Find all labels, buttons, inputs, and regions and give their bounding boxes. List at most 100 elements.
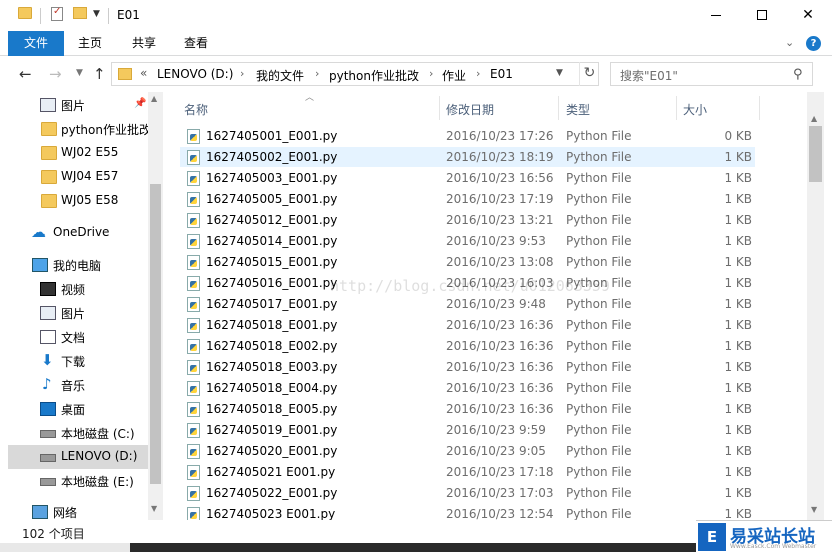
- sidebar-item-desktop[interactable]: 桌面: [8, 397, 148, 421]
- sidebar-item-pictures-quick[interactable]: 图片 📌: [8, 93, 148, 117]
- scroll-up-icon[interactable]: ▲: [811, 114, 817, 123]
- breadcrumb-homework[interactable]: 作业: [442, 67, 466, 84]
- folder-icon: [41, 122, 57, 136]
- maximize-button[interactable]: [739, 0, 785, 30]
- tab-file[interactable]: 文件: [8, 31, 64, 56]
- chevron-right-icon[interactable]: ›: [315, 67, 319, 80]
- python-file-icon: [187, 444, 200, 459]
- properties-icon[interactable]: [51, 6, 63, 21]
- file-date: 2016/10/23 13:21: [446, 213, 554, 227]
- file-row[interactable]: 1627405015_E001.py 2016/10/23 13:08 Python…: [180, 252, 755, 272]
- address-bar[interactable]: « LENOVO (D:) › 我的文件 › python作业批改 › 作业 ›…: [111, 62, 599, 86]
- file-list-scrollbar[interactable]: ▲ ▼: [807, 92, 824, 520]
- file-row[interactable]: 1627405018_E004.py 2016/10/23 16:36 Python…: [180, 378, 755, 398]
- sidebar-item-music[interactable]: ♪ 音乐: [8, 373, 148, 397]
- breadcrumb-e01[interactable]: E01: [490, 67, 513, 81]
- sidebar-item-documents[interactable]: 文档: [8, 325, 148, 349]
- title-bar: ▼ E01 ✕: [0, 0, 832, 31]
- forward-arrow-icon[interactable]: →: [49, 65, 62, 83]
- tab-share[interactable]: 共享: [118, 31, 170, 56]
- pin-icon[interactable]: 📌: [134, 98, 146, 109]
- file-row[interactable]: 1627405001_E001.py 2016/10/23 17:26 Python…: [180, 126, 755, 146]
- refresh-icon[interactable]: ↻: [579, 62, 599, 86]
- sidebar-item-onedrive[interactable]: ☁ OneDrive: [8, 221, 148, 245]
- new-folder-icon[interactable]: [73, 7, 87, 19]
- sidebar-item-wj05[interactable]: WJ05 E58: [8, 189, 148, 213]
- file-row[interactable]: 1627405022_E001.py 2016/10/23 17:03 Python…: [180, 483, 755, 503]
- file-row[interactable]: 1627405019_E001.py 2016/10/23 9:59 Python …: [180, 420, 755, 440]
- scroll-down-icon[interactable]: ▼: [151, 504, 157, 513]
- download-icon: ⬇: [41, 351, 54, 369]
- breadcrumb-python[interactable]: python作业批改: [329, 67, 419, 84]
- file-row[interactable]: 1627405005_E001.py 2016/10/23 17:19 Python…: [180, 189, 755, 209]
- file-date: 2016/10/23 17:03: [446, 486, 554, 500]
- file-name: 1627405022_E001.py: [206, 486, 338, 500]
- sidebar-item-pictures[interactable]: 图片: [8, 301, 148, 325]
- file-row[interactable]: 1627405020_E001.py 2016/10/23 9:05 Python …: [180, 441, 755, 461]
- sidebar-item-drive-d[interactable]: LENOVO (D:): [8, 445, 148, 469]
- file-row[interactable]: 1627405018_E005.py 2016/10/23 16:36 Python…: [180, 399, 755, 419]
- chevron-down-icon[interactable]: ⌄: [785, 36, 794, 49]
- tab-home[interactable]: 主页: [64, 31, 116, 56]
- breadcrumb-drive[interactable]: LENOVO (D:): [157, 67, 233, 81]
- chevron-right-icon[interactable]: ›: [240, 67, 244, 80]
- python-file-icon: [187, 381, 200, 396]
- scroll-up-icon[interactable]: ▲: [151, 94, 157, 103]
- file-row[interactable]: 1627405014_E001.py 2016/10/23 9:53 Python …: [180, 231, 755, 251]
- file-date: 2016/10/23 13:08: [446, 255, 554, 269]
- python-file-icon: [187, 192, 200, 207]
- video-icon: [40, 282, 56, 296]
- file-row[interactable]: 1627405018_E001.py 2016/10/23 16:36 Python…: [180, 315, 755, 335]
- sidebar-item-wj04[interactable]: WJ04 E57: [8, 165, 148, 189]
- quick-access-dropdown-icon[interactable]: ▼: [93, 9, 100, 19]
- file-row[interactable]: 1627405003_E001.py 2016/10/23 16:56 Python…: [180, 168, 755, 188]
- scrollbar-thumb[interactable]: [809, 126, 822, 182]
- python-file-icon: [187, 360, 200, 375]
- file-date: 2016/10/23 9:59: [446, 423, 546, 437]
- close-button[interactable]: ✕: [785, 0, 831, 30]
- recent-locations-dropdown-icon[interactable]: ▼: [76, 68, 83, 78]
- file-name: 1627405018_E005.py: [206, 402, 338, 416]
- scroll-down-icon[interactable]: ▼: [811, 505, 817, 514]
- column-header-name[interactable]: 名称: [175, 96, 440, 120]
- file-type: Python File: [566, 339, 632, 353]
- sidebar-item-python[interactable]: python作业批改: [8, 117, 151, 141]
- column-header-size[interactable]: 大小: [674, 96, 760, 120]
- up-arrow-icon[interactable]: ↑: [93, 65, 106, 83]
- taskbar-light-area: [0, 543, 130, 552]
- sidebar-item-wj02[interactable]: WJ02 E55: [8, 141, 148, 165]
- file-date: 2016/10/23 12:54: [446, 507, 554, 521]
- breadcrumb-overflow[interactable]: «: [140, 66, 147, 80]
- sidebar-item-this-pc[interactable]: 我的电脑: [8, 253, 148, 277]
- file-name: 1627405019_E001.py: [206, 423, 338, 437]
- search-input[interactable]: 搜索"E01" ⚲: [610, 62, 813, 86]
- chevron-right-icon[interactable]: ›: [429, 67, 433, 80]
- file-type: Python File: [566, 381, 632, 395]
- scrollbar-thumb[interactable]: [150, 184, 161, 484]
- sidebar-item-drive-c[interactable]: 本地磁盘 (C:): [8, 421, 148, 445]
- breadcrumb-my-files[interactable]: 我的文件: [256, 67, 304, 84]
- file-row[interactable]: 1627405018_E003.py 2016/10/23 16:36 Python…: [180, 357, 755, 377]
- help-icon[interactable]: ?: [806, 36, 821, 51]
- minimize-button[interactable]: [693, 0, 739, 30]
- file-row[interactable]: 1627405002_E001.py 2016/10/23 18:19 Python…: [180, 147, 755, 167]
- sidebar-item-downloads[interactable]: ⬇ 下载: [8, 349, 148, 373]
- column-header-date[interactable]: 修改日期: [437, 96, 559, 120]
- python-file-icon: [187, 276, 200, 291]
- back-arrow-icon[interactable]: ←: [19, 65, 32, 83]
- python-file-icon: [187, 402, 200, 417]
- file-row[interactable]: 1627405012_E001.py 2016/10/23 13:21 Python…: [180, 210, 755, 230]
- chevron-right-icon[interactable]: ›: [476, 67, 480, 80]
- file-type: Python File: [566, 129, 632, 143]
- search-icon[interactable]: ⚲: [793, 67, 803, 82]
- file-row[interactable]: 1627405017_E001.py 2016/10/23 9:48 Python …: [180, 294, 755, 314]
- address-dropdown-icon[interactable]: ▼: [556, 68, 563, 78]
- tab-view[interactable]: 查看: [170, 31, 222, 56]
- column-header-type[interactable]: 类型: [557, 96, 677, 120]
- file-row[interactable]: 1627405021 E001.py 2016/10/23 17:18 Python…: [180, 462, 755, 482]
- navigation-scrollbar[interactable]: ▲ ▼: [148, 92, 163, 520]
- sidebar-item-videos[interactable]: 视频: [8, 277, 148, 301]
- file-row[interactable]: 1627405018_E002.py 2016/10/23 16:36 Python…: [180, 336, 755, 356]
- sidebar-item-drive-e[interactable]: 本地磁盘 (E:): [8, 469, 148, 493]
- logo-subtext: Www.Easck.Com Webmaster: [730, 543, 817, 550]
